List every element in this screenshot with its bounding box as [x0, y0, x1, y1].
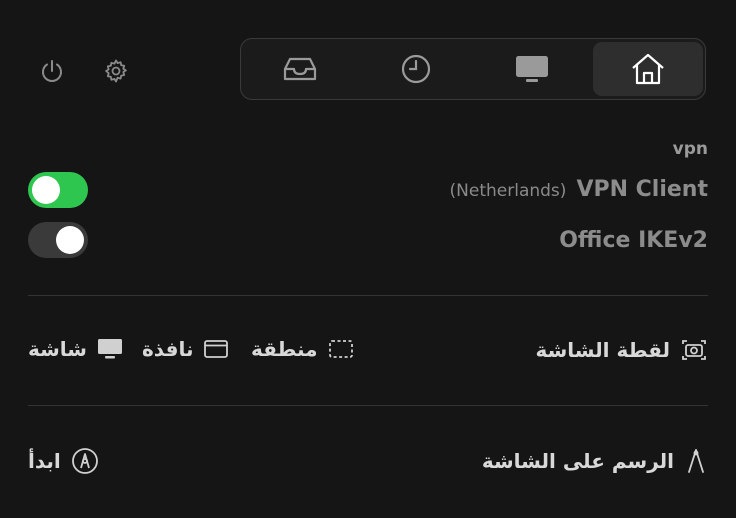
clock-icon — [401, 54, 431, 84]
vpn-item-2: Office IKEv2 — [559, 228, 708, 253]
option-label: منطقة — [251, 337, 318, 361]
tab-display[interactable] — [477, 42, 587, 96]
dashed-rect-icon — [328, 340, 353, 358]
tab-history[interactable] — [361, 42, 471, 96]
vpn-toggle-1[interactable] — [28, 172, 88, 208]
vpn-item-name: Office IKEv2 — [559, 228, 708, 253]
view-tab-bar — [240, 38, 706, 100]
home-icon — [632, 53, 664, 85]
screenshot-option-window[interactable]: نافذة — [142, 337, 229, 361]
start-label: ابدأ — [28, 449, 61, 473]
divider — [28, 295, 708, 296]
monitor-icon — [516, 56, 548, 82]
section-title: لقطة الشاشة — [535, 338, 670, 362]
vpn-item-name: VPN Client — [576, 177, 708, 202]
camera-icon — [682, 340, 706, 360]
screenshot-option-area[interactable]: منطقة — [251, 337, 354, 361]
power-button[interactable] — [38, 57, 66, 85]
divider — [28, 405, 708, 406]
power-icon — [42, 60, 62, 82]
screenshot-option-screen[interactable]: شاشة — [28, 337, 123, 361]
inbox-tray-icon — [283, 57, 317, 81]
vpn-section-label: vpn — [672, 139, 708, 159]
section-title: الرسم على الشاشة — [481, 449, 674, 473]
vpn-item-detail: (Netherlands) — [449, 181, 567, 201]
compass-icon — [688, 449, 704, 473]
vpn-item-1: (Netherlands) VPN Client — [450, 177, 708, 202]
toggle-knob — [32, 176, 60, 204]
gear-icon — [105, 59, 127, 83]
compass-circle-icon — [71, 448, 98, 474]
tab-home[interactable] — [593, 42, 703, 96]
option-label: نافذة — [142, 337, 194, 361]
settings-button[interactable] — [102, 57, 130, 85]
display-icon — [97, 339, 122, 359]
draw-start-button[interactable]: ابدأ — [28, 447, 99, 475]
screenshot-title: لقطة الشاشة — [535, 337, 708, 363]
option-label: شاشة — [28, 337, 87, 361]
toggle-knob — [56, 226, 84, 254]
tab-inbox[interactable] — [245, 42, 355, 96]
vpn-toggle-2[interactable] — [28, 222, 88, 258]
drawing-title: الرسم على الشاشة — [482, 447, 708, 475]
window-icon — [204, 340, 229, 358]
